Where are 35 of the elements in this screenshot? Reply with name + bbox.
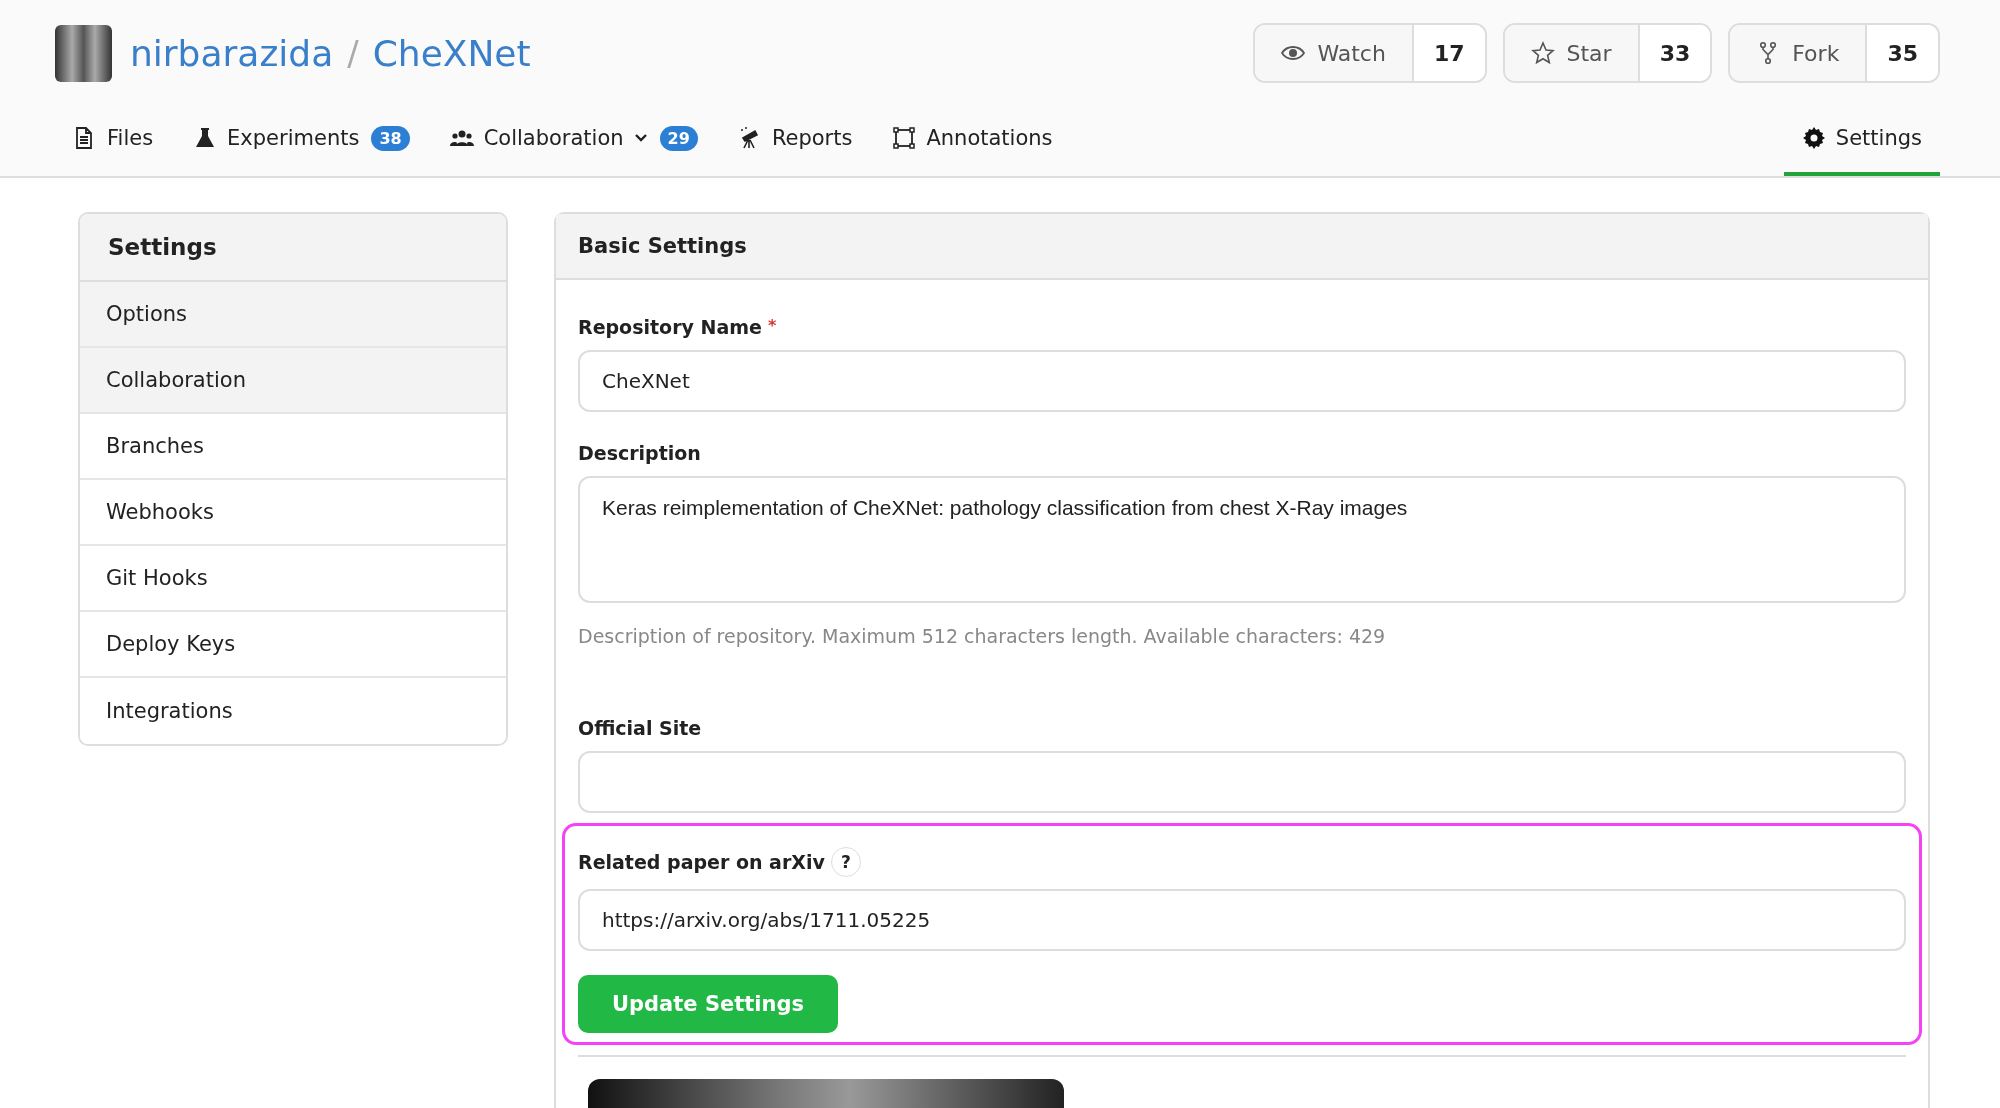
- menu-title: Settings: [80, 214, 506, 282]
- text-field[interactable]: [578, 751, 1906, 813]
- star-count[interactable]: 33: [1639, 25, 1711, 81]
- collaboration-tab[interactable]: Collaboration 29: [431, 118, 716, 176]
- field-label: Repository Name: [578, 316, 762, 338]
- text-field[interactable]: https://arxiv.org/abs/1711.05225: [578, 889, 1906, 951]
- experiments-tab[interactable]: Experiments 38: [175, 118, 428, 176]
- avatar-image: [55, 24, 112, 82]
- watch-count[interactable]: 17: [1413, 25, 1485, 81]
- description-field[interactable]: Keras reimplementation of CheXNet: pathology classification from chest X-Ray images: [578, 476, 1906, 603]
- files-tab[interactable]: Files: [55, 118, 172, 176]
- text-field[interactable]: CheXNet: [578, 350, 1906, 412]
- count-badge: 29: [659, 125, 698, 151]
- fork-button[interactable]: Fork: [1730, 25, 1868, 81]
- panel-title: Basic Settings: [556, 214, 1928, 280]
- field-label: Related paper on arXiv: [578, 851, 825, 873]
- field-label: Official Site: [578, 717, 702, 739]
- star-icon: [1530, 41, 1555, 65]
- field-label: Description: [578, 442, 701, 464]
- repo-link[interactable]: CheXNet: [372, 32, 531, 74]
- required-mark: *: [767, 316, 777, 335]
- settings-icon: [1801, 126, 1826, 150]
- owner-link[interactable]: nirbarazida: [130, 32, 334, 74]
- reports-tab[interactable]: Reports: [719, 118, 871, 176]
- menu-item[interactable]: Collaboration: [80, 348, 506, 414]
- count-badge: 38: [371, 125, 410, 151]
- field-hint: Description of repository. Maximum 512 characters length. Available characters: 429: [578, 625, 1387, 647]
- bounding-box-icon: [892, 126, 917, 150]
- fork-count[interactable]: 35: [1867, 25, 1938, 81]
- settings-tab[interactable]: Settings: [1783, 118, 1940, 176]
- annotations-tab[interactable]: Annotations: [874, 118, 1071, 176]
- watch-button[interactable]: Watch: [1255, 25, 1414, 81]
- menu-item[interactable]: Options: [80, 282, 506, 348]
- path-separator: /: [347, 33, 359, 73]
- star-button[interactable]: Star: [1504, 25, 1640, 81]
